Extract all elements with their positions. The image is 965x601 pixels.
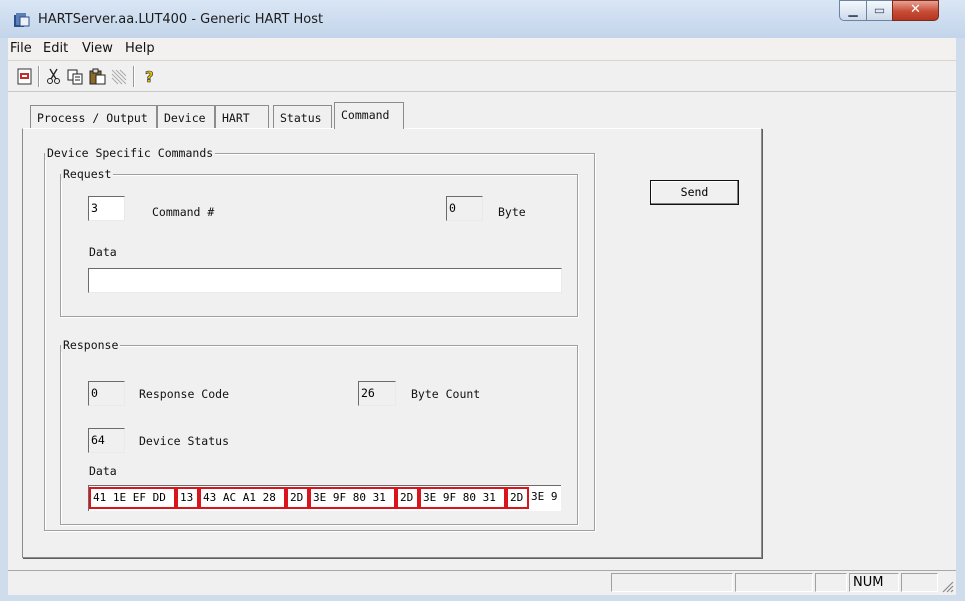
- num-lock-indicator: NUM: [849, 573, 899, 592]
- status-pane: [611, 573, 733, 592]
- byte-count-field: 26: [358, 381, 396, 406]
- send-button[interactable]: Send: [650, 180, 739, 205]
- hex-byte-group: 2D: [286, 487, 309, 509]
- hex-byte-group: 43 AC A1 28: [199, 487, 286, 509]
- app-window: HARTServer.aa.LUT400 - Generic HART Host…: [0, 0, 965, 601]
- response-code-field: 0: [88, 381, 125, 406]
- status-bar: NUM: [8, 570, 956, 595]
- minimize-icon: ▁: [848, 3, 858, 17]
- maximize-icon: ▭: [873, 3, 886, 17]
- new-icon[interactable]: [16, 68, 34, 85]
- menu-help[interactable]: Help: [125, 41, 155, 56]
- response-data-label: Data: [89, 464, 117, 478]
- request-group: Request: [60, 167, 578, 317]
- hex-byte-group: 3E 9F 80 31: [309, 487, 396, 509]
- minimize-button[interactable]: ▁: [839, 0, 867, 21]
- cut-icon[interactable]: [45, 68, 63, 85]
- close-icon: ✕: [910, 2, 921, 17]
- svg-text:?: ?: [145, 68, 154, 85]
- status-pane: [901, 573, 938, 592]
- byte-label: Byte: [498, 205, 526, 219]
- help-icon[interactable]: ?: [141, 68, 159, 85]
- copy-icon[interactable]: [66, 68, 84, 85]
- toolbar: ?: [8, 61, 956, 92]
- title-bar[interactable]: HARTServer.aa.LUT400 - Generic HART Host…: [0, 0, 965, 38]
- toolbar-separator: [133, 66, 135, 87]
- maximize-button[interactable]: ▭: [866, 0, 893, 21]
- menu-file[interactable]: File: [10, 41, 32, 56]
- tab-command[interactable]: Command: [334, 102, 404, 129]
- response-data-field: 41 1E EF DD 13 43 AC A1 28 2D 3E 9F 80 3…: [88, 485, 561, 511]
- request-data-label: Data: [89, 245, 117, 259]
- response-code-label: Response Code: [139, 387, 230, 401]
- resize-grip-icon[interactable]: [940, 579, 954, 593]
- tab-process-output[interactable]: Process / Output: [30, 105, 157, 128]
- command-number-label: Command #: [152, 205, 215, 219]
- app-icon: [14, 13, 30, 27]
- tab-device[interactable]: Device: [157, 105, 215, 128]
- command-number-input[interactable]: 3: [88, 196, 125, 221]
- status-pane: [815, 573, 847, 592]
- paste-icon[interactable]: [88, 68, 106, 85]
- close-button[interactable]: ✕: [892, 0, 939, 21]
- byte-count-label: Byte Count: [411, 387, 481, 401]
- toolbar-separator: [38, 66, 40, 87]
- tab-status[interactable]: Status: [273, 105, 332, 128]
- hex-byte-group: 3E 9: [531, 490, 558, 503]
- menu-view[interactable]: View: [82, 41, 113, 56]
- group-label: Request: [61, 167, 114, 181]
- menu-bar: File Edit View Help: [8, 38, 956, 61]
- group-label: Device Specific Commands: [45, 146, 216, 160]
- grid-icon[interactable]: [110, 68, 128, 85]
- hex-byte-group: 2D: [506, 487, 529, 509]
- device-status-field: 64: [88, 428, 125, 453]
- group-label: Response: [61, 338, 121, 352]
- device-status-label: Device Status: [139, 434, 230, 448]
- byte-field: 0: [446, 196, 483, 221]
- hex-byte-group: 2D: [396, 487, 419, 509]
- status-pane: [735, 573, 813, 592]
- hex-byte-group: 13: [176, 487, 199, 509]
- window-title: HARTServer.aa.LUT400 - Generic HART Host: [38, 12, 324, 27]
- request-data-input[interactable]: [88, 268, 562, 293]
- menu-edit[interactable]: Edit: [43, 41, 68, 56]
- tab-hart[interactable]: HART: [215, 105, 269, 128]
- hex-byte-group: 3E 9F 80 31: [419, 487, 506, 509]
- hex-byte-group: 41 1E EF DD: [89, 487, 176, 509]
